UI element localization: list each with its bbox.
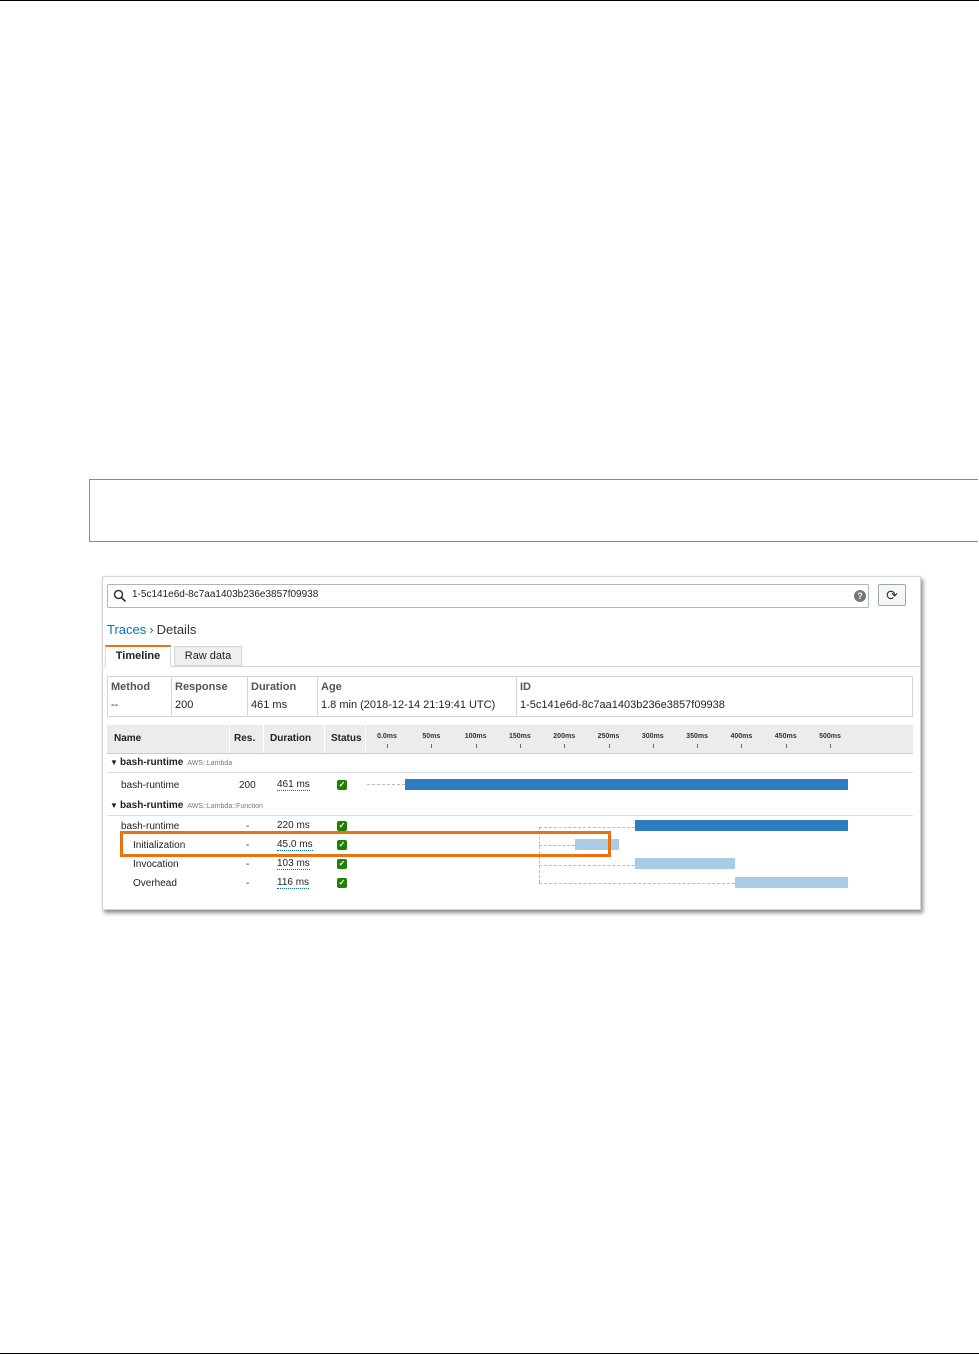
service-group-lambda-function[interactable]: ▼ bash-runtime AWS::Lambda::Function (107, 798, 913, 816)
timeline-tick-label: 50ms (422, 733, 441, 740)
timeline-tick-label: 250ms (597, 733, 620, 740)
segment-res: 200 (239, 780, 256, 791)
tab-raw-data[interactable]: Raw data (174, 646, 242, 666)
timeline-tick-label: 400ms (730, 733, 753, 740)
refresh-icon: ⟳ (886, 587, 898, 603)
timeline-tick-mark (519, 744, 521, 748)
summary-age-label: Age (321, 681, 342, 693)
group-name: bash-runtime AWS::Lambda::Function (120, 800, 263, 811)
summary-duration-value: 461 ms (251, 699, 288, 711)
caret-down-icon: ▼ (110, 801, 118, 810)
timeline-tick-label: 450ms (774, 733, 797, 740)
summary-id-value: 1-5c141e6d-8c7aa1403b236e3857f09938 (520, 699, 725, 711)
search-input[interactable]: 1-5c141e6d-8c7aa1403b236e3857f09938 ? (107, 584, 869, 608)
status-ok-icon: ✓ (337, 780, 347, 790)
status-ok-icon: ✓ (337, 821, 347, 831)
service-group-lambda[interactable]: ▼ bash-runtime AWS::Lambda (107, 755, 913, 773)
summary-id-label: ID (520, 681, 531, 693)
subsegment-name: Overhead (133, 878, 177, 889)
timeline-tick-label: 100ms (464, 733, 487, 740)
summary-response-value: 200 (175, 699, 194, 711)
timeline-axis: 0.0ms 50ms 100ms 150ms 200ms 250ms 300ms 350ms 4… (107, 725, 913, 753)
timeline-tick-mark (564, 744, 566, 748)
timeline-tick-mark (475, 744, 477, 748)
code-example-box (89, 479, 978, 542)
help-icon[interactable]: ? (854, 590, 866, 602)
timeline-tick-label: 350ms (686, 733, 708, 740)
subsegment-duration[interactable]: 103 ms (277, 859, 310, 870)
page-top-rule (0, 0, 979, 1)
subsegment-duration[interactable]: 116 ms (277, 878, 310, 889)
tab-timeline[interactable]: Timeline (105, 645, 171, 667)
subsegment-row[interactable]: Invocation - 103 ms ✓ (107, 856, 913, 874)
caret-down-icon: ▼ (110, 758, 118, 767)
summary-method-value: -- (111, 699, 119, 711)
summary-response: Response 200 (172, 677, 248, 716)
group-name-text: bash-runtime (120, 757, 184, 768)
refresh-button[interactable]: ⟳ (878, 584, 906, 606)
timeline-header: Name Res. Duration Status 0.0ms 50ms 100ms… (107, 725, 913, 754)
timeline-tick-label: 300ms (641, 733, 664, 740)
timeline-tick-label: 500ms (819, 733, 841, 740)
initialization-highlight (120, 831, 611, 857)
timeline-tick-mark (741, 744, 743, 748)
summary-age-value: 1.8 min (2018-12-14 21:19:41 UTC) (321, 699, 496, 711)
segment-row[interactable]: bash-runtime 200 461 ms ✓ (107, 777, 913, 795)
breadcrumb-traces-link[interactable]: Traces (107, 622, 146, 637)
trace-summary: Method -- Response 200 Duration 461 ms A… (107, 676, 913, 717)
group-name-text: bash-runtime (120, 800, 184, 811)
timeline-tick-mark (652, 744, 654, 748)
group-name: bash-runtime AWS::Lambda (120, 757, 232, 768)
subsegment-res: - (246, 859, 250, 870)
timeline-tick-label: 0.0ms (377, 733, 397, 740)
summary-method: Method -- (108, 677, 172, 716)
segment-duration[interactable]: 461 ms (277, 780, 310, 791)
status-ok-icon: ✓ (337, 859, 347, 869)
group-type: AWS::Lambda (187, 760, 233, 767)
summary-id: ID 1-5c141e6d-8c7aa1403b236e3857f09938 (517, 677, 914, 716)
xray-trace-panel: 1-5c141e6d-8c7aa1403b236e3857f09938 ? ⟳ … (102, 576, 921, 910)
summary-age: Age 1.8 min (2018-12-14 21:19:41 UTC) (318, 677, 517, 716)
timeline-tick-mark (608, 744, 610, 748)
tabs-divider (103, 666, 920, 667)
search-icon (113, 589, 127, 603)
timeline-tick-mark (387, 744, 388, 748)
breadcrumb-current: Details (156, 622, 197, 637)
page-bottom-rule (0, 1353, 979, 1354)
search-value: 1-5c141e6d-8c7aa1403b236e3857f09938 (132, 589, 319, 600)
group-type: AWS::Lambda::Function (187, 803, 263, 810)
segment-name: bash-runtime (121, 780, 180, 791)
summary-response-label: Response (175, 681, 228, 693)
subsegment-row[interactable]: Overhead - 116 ms ✓ (107, 875, 913, 893)
subsegment-res: - (246, 878, 250, 889)
timeline-tick-mark (431, 744, 433, 748)
summary-duration: Duration 461 ms (248, 677, 318, 716)
timeline-tick-mark (830, 744, 831, 748)
timeline-tick-mark (785, 744, 787, 748)
summary-duration-label: Duration (251, 681, 297, 693)
subsegment-name: Invocation (133, 859, 179, 870)
status-ok-icon: ✓ (337, 878, 347, 888)
timeline-tick-mark (697, 744, 699, 748)
timeline-tick-label: 150ms (508, 733, 531, 740)
breadcrumb-separator: › (149, 622, 154, 637)
timeline-tick-label: 200ms (553, 733, 576, 740)
breadcrumb: Traces › Details (107, 622, 196, 637)
summary-method-label: Method (111, 681, 151, 693)
